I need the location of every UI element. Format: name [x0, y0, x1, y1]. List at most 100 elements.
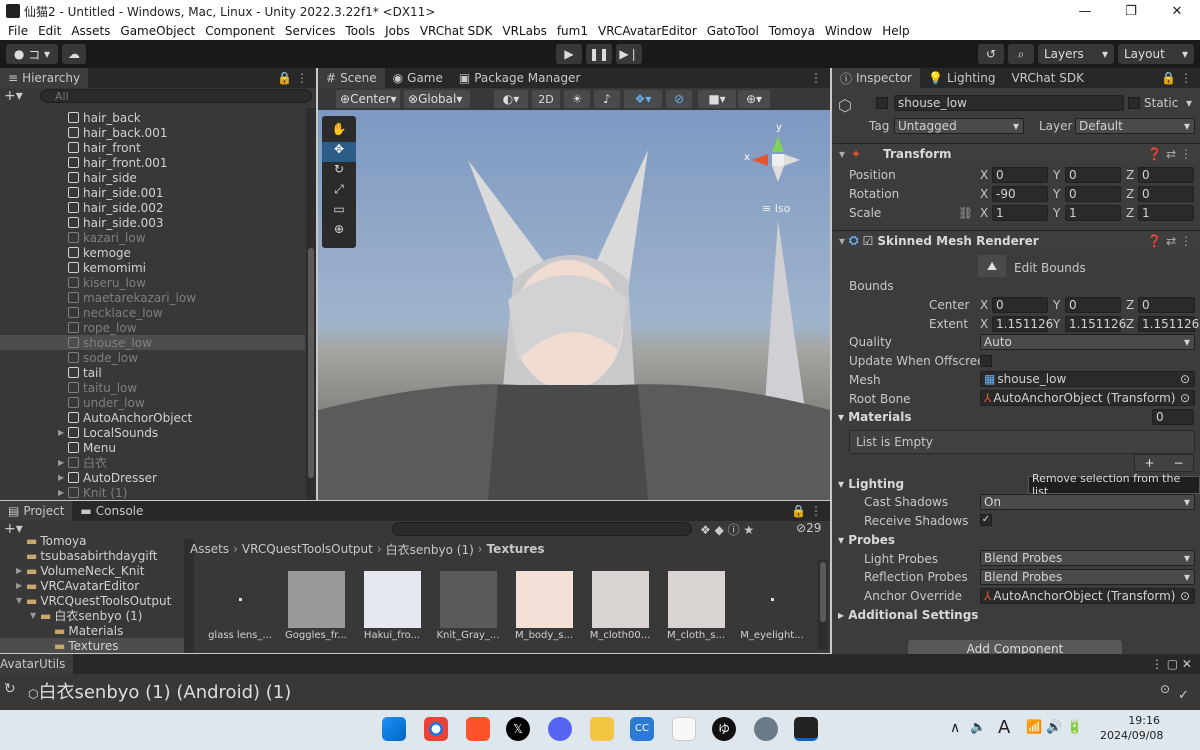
probes-section[interactable]: ▾ Probes [838, 533, 895, 547]
layers-dropdown[interactable]: Layers ▾ [1038, 44, 1114, 64]
additional-settings-section[interactable]: ▸ Additional Settings [838, 608, 978, 622]
list-remove-icon[interactable]: − [1173, 456, 1183, 470]
menu-item-13[interactable]: Tomoya [769, 24, 815, 38]
cloud-icon[interactable]: ☁ [62, 44, 86, 64]
tab-project[interactable]: ▤ Project [0, 501, 73, 521]
expand-arrow-icon[interactable]: ▶ [58, 458, 68, 467]
menu-item-1[interactable]: Edit [38, 24, 61, 38]
tab-hierarchy[interactable]: ≡ Hierarchy [0, 68, 89, 88]
layer-dropdown[interactable]: Default ▾ [1075, 118, 1195, 134]
hierarchy-item[interactable]: hair_side.002 [0, 200, 305, 215]
smr-header[interactable]: ▾ ⛭ ☑ Skinned Mesh Renderer ❓ ⇄ ⋮ [833, 230, 1200, 250]
asset-thumbnail[interactable] [288, 571, 345, 628]
asset-thumbnail[interactable] [440, 571, 497, 628]
menu-item-8[interactable]: VRChat SDK [420, 24, 493, 38]
asset-thumbnail[interactable] [592, 571, 649, 628]
hierarchy-item[interactable]: sode_low [0, 350, 305, 365]
project-folder-item[interactable]: ▬ Textures [0, 638, 184, 653]
receive-shadows-checkbox[interactable]: ✓ [980, 514, 992, 526]
hierarchy-item[interactable]: necklace_low [0, 305, 305, 320]
discord-icon[interactable] [548, 717, 572, 741]
notification-icon[interactable]: ✓ [1178, 688, 1189, 703]
tab-avatar-utils[interactable]: AvatarUtils [0, 654, 74, 674]
pause-icon[interactable]: ❚❚ [586, 44, 612, 64]
ime-label[interactable]: A [998, 717, 1010, 738]
transform-rotation-y-field[interactable]: 0 [1065, 186, 1121, 202]
tab-scene[interactable]: # Scene [318, 68, 385, 88]
menu-item-7[interactable]: Jobs [385, 24, 410, 38]
transform-position-z-field[interactable]: 0 [1138, 167, 1194, 183]
transform-header[interactable]: ▾ ✦ Transform ❓ ⇄ ⋮ [833, 143, 1200, 163]
breadcrumb-item[interactable]: 白衣senbyo (1) [386, 541, 474, 558]
transform-rotation-x-field[interactable]: -90 [992, 186, 1048, 202]
hierarchy-item[interactable]: hair_back.001 [0, 125, 305, 140]
lighting-toggle-icon[interactable]: ☀ [564, 90, 590, 108]
static-checkbox[interactable] [1128, 97, 1140, 109]
camera-icon[interactable]: ■▾ [698, 90, 736, 108]
yu-app-icon[interactable]: ゆ [712, 717, 736, 741]
transform-scale-x-field[interactable]: 1 [992, 205, 1048, 221]
hierarchy-item[interactable]: kemoge [0, 245, 305, 260]
hierarchy-item[interactable]: tail [0, 365, 305, 380]
gizmos-icon[interactable]: ⊕▾ [738, 90, 770, 108]
menu-item-14[interactable]: Window [825, 24, 872, 38]
expand-arrow-icon[interactable]: ▶ [58, 428, 68, 437]
smr-enabled-checkbox[interactable]: ☑ [863, 234, 874, 248]
transform-scale-y-field[interactable]: 1 [1065, 205, 1121, 221]
list-add-icon[interactable]: + [1144, 456, 1154, 470]
menu-item-6[interactable]: Tools [346, 24, 376, 38]
menu-item-5[interactable]: Services [285, 24, 336, 38]
tag-dropdown[interactable]: Untagged ▾ [894, 118, 1024, 134]
project-search-input[interactable] [392, 522, 692, 536]
move-tool-icon[interactable]: ✥ [322, 142, 356, 162]
breadcrumb-item[interactable]: Textures [487, 542, 545, 556]
transform-scale-z-field[interactable]: 1 [1138, 205, 1194, 221]
menu-item-9[interactable]: VRLabs [502, 24, 546, 38]
edit-bounds-icon[interactable]: ⛰ [978, 255, 1006, 277]
pivot-dropdown[interactable]: ⊕ Center ▾ [336, 90, 400, 108]
breadcrumb-item[interactable]: VRCQuestToolsOutput [242, 542, 373, 556]
menu-item-11[interactable]: VRCAvatarEditor [598, 24, 697, 38]
bounds-extent-z-field[interactable]: 1.151126 [1138, 316, 1199, 332]
transform-rotation-z-field[interactable]: 0 [1138, 186, 1194, 202]
hierarchy-scrollbar[interactable] [306, 108, 316, 500]
window-controls-icons[interactable]: ⋮ ▢ ✕ [1151, 657, 1192, 671]
tab-game[interactable]: ◉ Game [385, 68, 451, 88]
hierarchy-item[interactable]: hair_side [0, 170, 305, 185]
bounds-extent-x-field[interactable]: 1.151126 [992, 316, 1053, 332]
project-menu-icon[interactable]: 🔒 ⋮ [791, 504, 822, 518]
effects-icon[interactable]: ❖▾ [624, 90, 662, 108]
materials-label[interactable]: ▾ Materials [838, 410, 912, 424]
menu-item-2[interactable]: Assets [71, 24, 110, 38]
transform-position-x-field[interactable]: 0 [992, 167, 1048, 183]
project-folder-item[interactable]: ▶ ▬ VRCAvatarEditor [0, 578, 184, 593]
cast-shadows-dropdown[interactable]: On ▾ [980, 494, 1195, 510]
hidden-count[interactable]: ⊘29 [796, 521, 821, 535]
bounds-center-z-field[interactable]: 0 [1138, 297, 1195, 313]
component-menu-icon[interactable]: ❓ ⇄ ⋮ [1147, 147, 1192, 161]
hierarchy-item[interactable]: ▶ 白衣 [0, 455, 305, 470]
expand-arrow-icon[interactable]: ▼ [16, 596, 26, 605]
hierarchy-item[interactable]: hair_side.001 [0, 185, 305, 200]
hierarchy-item[interactable]: kazari_low [0, 230, 305, 245]
clock-time[interactable]: 19:16 [1104, 714, 1160, 727]
search-icon[interactable]: ⌕ [1008, 44, 1034, 64]
x-app-icon[interactable]: 𝕏 [506, 717, 530, 741]
close-button[interactable]: ✕ [1154, 0, 1200, 22]
hierarchy-item[interactable]: ▶ Knit (1) [0, 485, 305, 500]
history-icon[interactable]: ↺ [978, 44, 1004, 64]
hierarchy-item[interactable]: hair_front.001 [0, 155, 305, 170]
menu-item-12[interactable]: GatoTool [707, 24, 759, 38]
menu-item-4[interactable]: Component [205, 24, 275, 38]
root-bone-field[interactable]: ⅄ AutoAnchorObject (Transform) ⊙ [980, 390, 1195, 406]
reflection-probes-dropdown[interactable]: Blend Probes ▾ [980, 569, 1195, 585]
hierarchy-item[interactable]: shouse_low [0, 335, 305, 350]
tray-icons[interactable]: 📶 🔊 🔋 [1026, 720, 1083, 735]
chrome-icon[interactable] [424, 717, 448, 741]
settings-gear-icon[interactable] [754, 717, 778, 741]
tab-inspector[interactable]: ⓘ Inspector [832, 68, 920, 88]
cc-app-icon[interactable]: CC [630, 717, 654, 741]
hierarchy-item[interactable]: Menu [0, 440, 305, 455]
expand-arrow-icon[interactable]: ▶ [16, 581, 26, 590]
expand-arrow-icon[interactable]: ▶ [58, 473, 68, 482]
